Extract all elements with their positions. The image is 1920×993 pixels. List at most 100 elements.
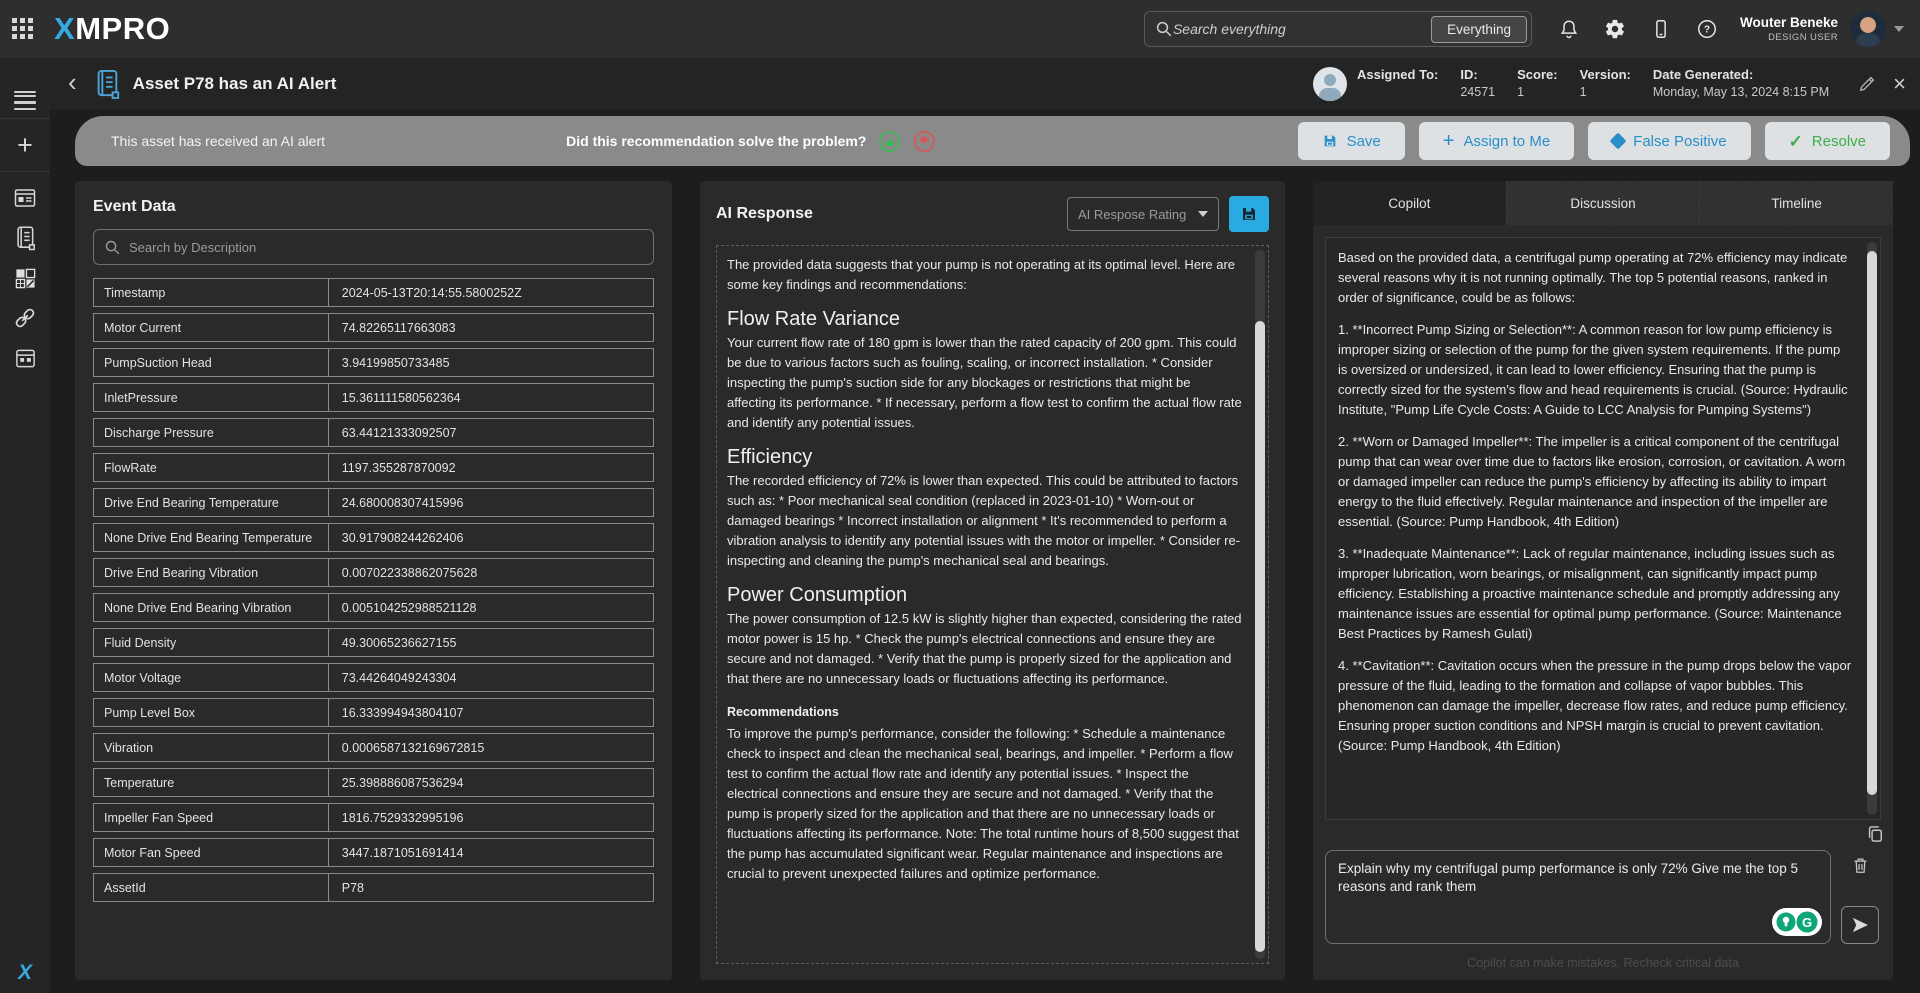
chevron-down-icon: [1198, 211, 1208, 217]
global-search[interactable]: Everything: [1144, 11, 1532, 47]
edit-pencil-icon[interactable]: [1857, 74, 1877, 94]
assigned-to-meta: Assigned To:: [1357, 67, 1438, 100]
assigned-avatar-placeholder: [1313, 67, 1347, 101]
row-value: 25.398886087536294: [329, 769, 653, 796]
save-button[interactable]: Save: [1298, 122, 1405, 160]
table-row: None Drive End Bearing Vibration 0.00510…: [93, 593, 654, 622]
ai-alert-banner: This asset has received an AI alert Did …: [75, 116, 1910, 166]
date-generated-value: Monday, May 13, 2024 8:15 PM: [1653, 84, 1829, 100]
section-body: The recorded efficiency of 72% is lower …: [727, 471, 1242, 571]
table-row: Impeller Fan Speed 1816.7529332995196: [93, 803, 654, 832]
copilot-prompt-input[interactable]: Explain why my centrifugal pump performa…: [1338, 860, 1818, 912]
save-floppy-icon: [1322, 133, 1338, 149]
section-body: Your current flow rate of 180 gpm is low…: [727, 333, 1242, 433]
search-scope-button[interactable]: Everything: [1431, 16, 1527, 43]
sidebar-menu-toggle[interactable]: [14, 72, 36, 112]
check-icon: ✓: [1789, 133, 1803, 150]
table-row: AssetId P78: [93, 873, 654, 902]
sidebar-divider: [0, 171, 50, 172]
row-label: None Drive End Bearing Temperature: [94, 524, 329, 551]
settings-gear-icon[interactable]: [1604, 18, 1626, 40]
row-label: Motor Voltage: [94, 664, 329, 691]
page-title: Asset P78 has an AI Alert: [133, 74, 337, 94]
event-search[interactable]: [93, 229, 654, 265]
ai-scrollbar: [1255, 250, 1265, 959]
table-row: Discharge Pressure 63.44121333092507: [93, 418, 654, 447]
row-value: 16.333994943804107: [329, 699, 653, 726]
search-icon: [104, 239, 121, 256]
ai-response-rating-dropdown[interactable]: AI Respose Rating: [1067, 197, 1219, 231]
help-icon[interactable]: ?: [1696, 18, 1718, 40]
row-label: AssetId: [94, 874, 329, 901]
sidebar-item-integrations-link[interactable]: [0, 298, 50, 338]
copilot-scrollbar-thumb[interactable]: [1867, 251, 1877, 795]
copilot-paragraph: 4. **Cavitation**: Cavitation occurs whe…: [1338, 656, 1852, 756]
user-avatar[interactable]: [1850, 11, 1886, 47]
copilot-paragraph: 3. **Inadequate Maintenance**: Lack of r…: [1338, 544, 1852, 644]
ai-scrollbar-thumb[interactable]: [1255, 321, 1265, 952]
copilot-chat-response: Based on the provided data, a centrifuga…: [1325, 237, 1881, 820]
save-floppy-icon: [1240, 205, 1258, 223]
user-menu[interactable]: Wouter Beneke DESIGN USER: [1740, 15, 1838, 44]
score-value: 1: [1517, 84, 1557, 100]
table-row: PumpSuction Head 3.94199850733485: [93, 348, 654, 377]
xmpro-logo: XMPRO: [54, 11, 170, 47]
thumbs-down-icon[interactable]: [913, 130, 936, 153]
sidebar-item-data-manager[interactable]: [0, 338, 50, 378]
banner-message: This asset has received an AI alert: [111, 133, 325, 149]
mobile-device-icon[interactable]: [1650, 18, 1672, 40]
row-value: 73.44264049243304: [329, 664, 653, 691]
resolve-button[interactable]: ✓ Resolve: [1765, 122, 1890, 160]
ai-response-sections: Flow Rate Variance Your current flow rat…: [727, 309, 1242, 884]
sidebar-divider: [0, 118, 50, 119]
sidebar-add-button[interactable]: +: [0, 125, 50, 165]
tab-timeline[interactable]: Timeline: [1699, 181, 1893, 225]
notifications-bell-icon[interactable]: [1558, 18, 1580, 40]
copilot-prompt-box[interactable]: Explain why my centrifugal pump performa…: [1325, 850, 1831, 944]
row-value: 0.0006587132169672815: [329, 734, 653, 761]
app-launcher-icon[interactable]: [12, 18, 34, 40]
copy-response-icon[interactable]: [1865, 824, 1885, 844]
date-generated-label: Date Generated:: [1653, 67, 1829, 84]
tab-copilot[interactable]: Copilot: [1313, 181, 1506, 225]
score-label: Score:: [1517, 67, 1557, 84]
send-button[interactable]: [1841, 906, 1879, 944]
sidebar-item-recommendations[interactable]: [0, 218, 50, 258]
table-row: FlowRate 1197.355287870092: [93, 453, 654, 482]
row-label: Pump Level Box: [94, 699, 329, 726]
sidebar-item-app-designer[interactable]: [0, 258, 50, 298]
logo-x: X: [54, 11, 75, 46]
row-value: 2024-05-13T20:14:55.5800252Z: [329, 279, 653, 306]
plus-icon: +: [1443, 131, 1455, 151]
table-row: None Drive End Bearing Temperature 30.91…: [93, 523, 654, 552]
event-search-input[interactable]: [129, 240, 643, 255]
user-menu-caret-icon[interactable]: [1894, 26, 1904, 32]
row-label: None Drive End Bearing Vibration: [94, 594, 329, 621]
row-label: Timestamp: [94, 279, 329, 306]
back-button[interactable]: ‹: [68, 69, 77, 95]
section-body: To improve the pump's performance, consi…: [727, 724, 1242, 884]
row-label: Fluid Density: [94, 629, 329, 656]
sidebar-item-dashboards[interactable]: [0, 178, 50, 218]
row-label: Drive End Bearing Temperature: [94, 489, 329, 516]
tab-discussion[interactable]: Discussion: [1506, 181, 1700, 225]
grammarly-widget[interactable]: G: [1772, 908, 1822, 936]
search-input[interactable]: [1173, 21, 1431, 37]
row-label: InletPressure: [94, 384, 329, 411]
row-label: Impeller Fan Speed: [94, 804, 329, 831]
row-label: PumpSuction Head: [94, 349, 329, 376]
clear-prompt-trash-icon[interactable]: [1851, 856, 1870, 875]
id-value: 24571: [1460, 84, 1495, 100]
send-arrow-icon: [1850, 915, 1870, 935]
section-heading: Efficiency: [727, 447, 1242, 467]
xmpro-x-logo: X: [18, 961, 32, 985]
thumbs-up-icon[interactable]: [878, 130, 901, 153]
false-positive-button[interactable]: False Positive: [1588, 122, 1750, 160]
assign-button-label: Assign to Me: [1463, 133, 1550, 150]
row-label: FlowRate: [94, 454, 329, 481]
row-value: 1816.7529332995196: [329, 804, 653, 831]
assign-to-me-button[interactable]: + Assign to Me: [1419, 122, 1574, 160]
close-icon[interactable]: ×: [1893, 73, 1906, 95]
row-value: 24.680008307415996: [329, 489, 653, 516]
save-rating-button[interactable]: [1229, 196, 1269, 232]
